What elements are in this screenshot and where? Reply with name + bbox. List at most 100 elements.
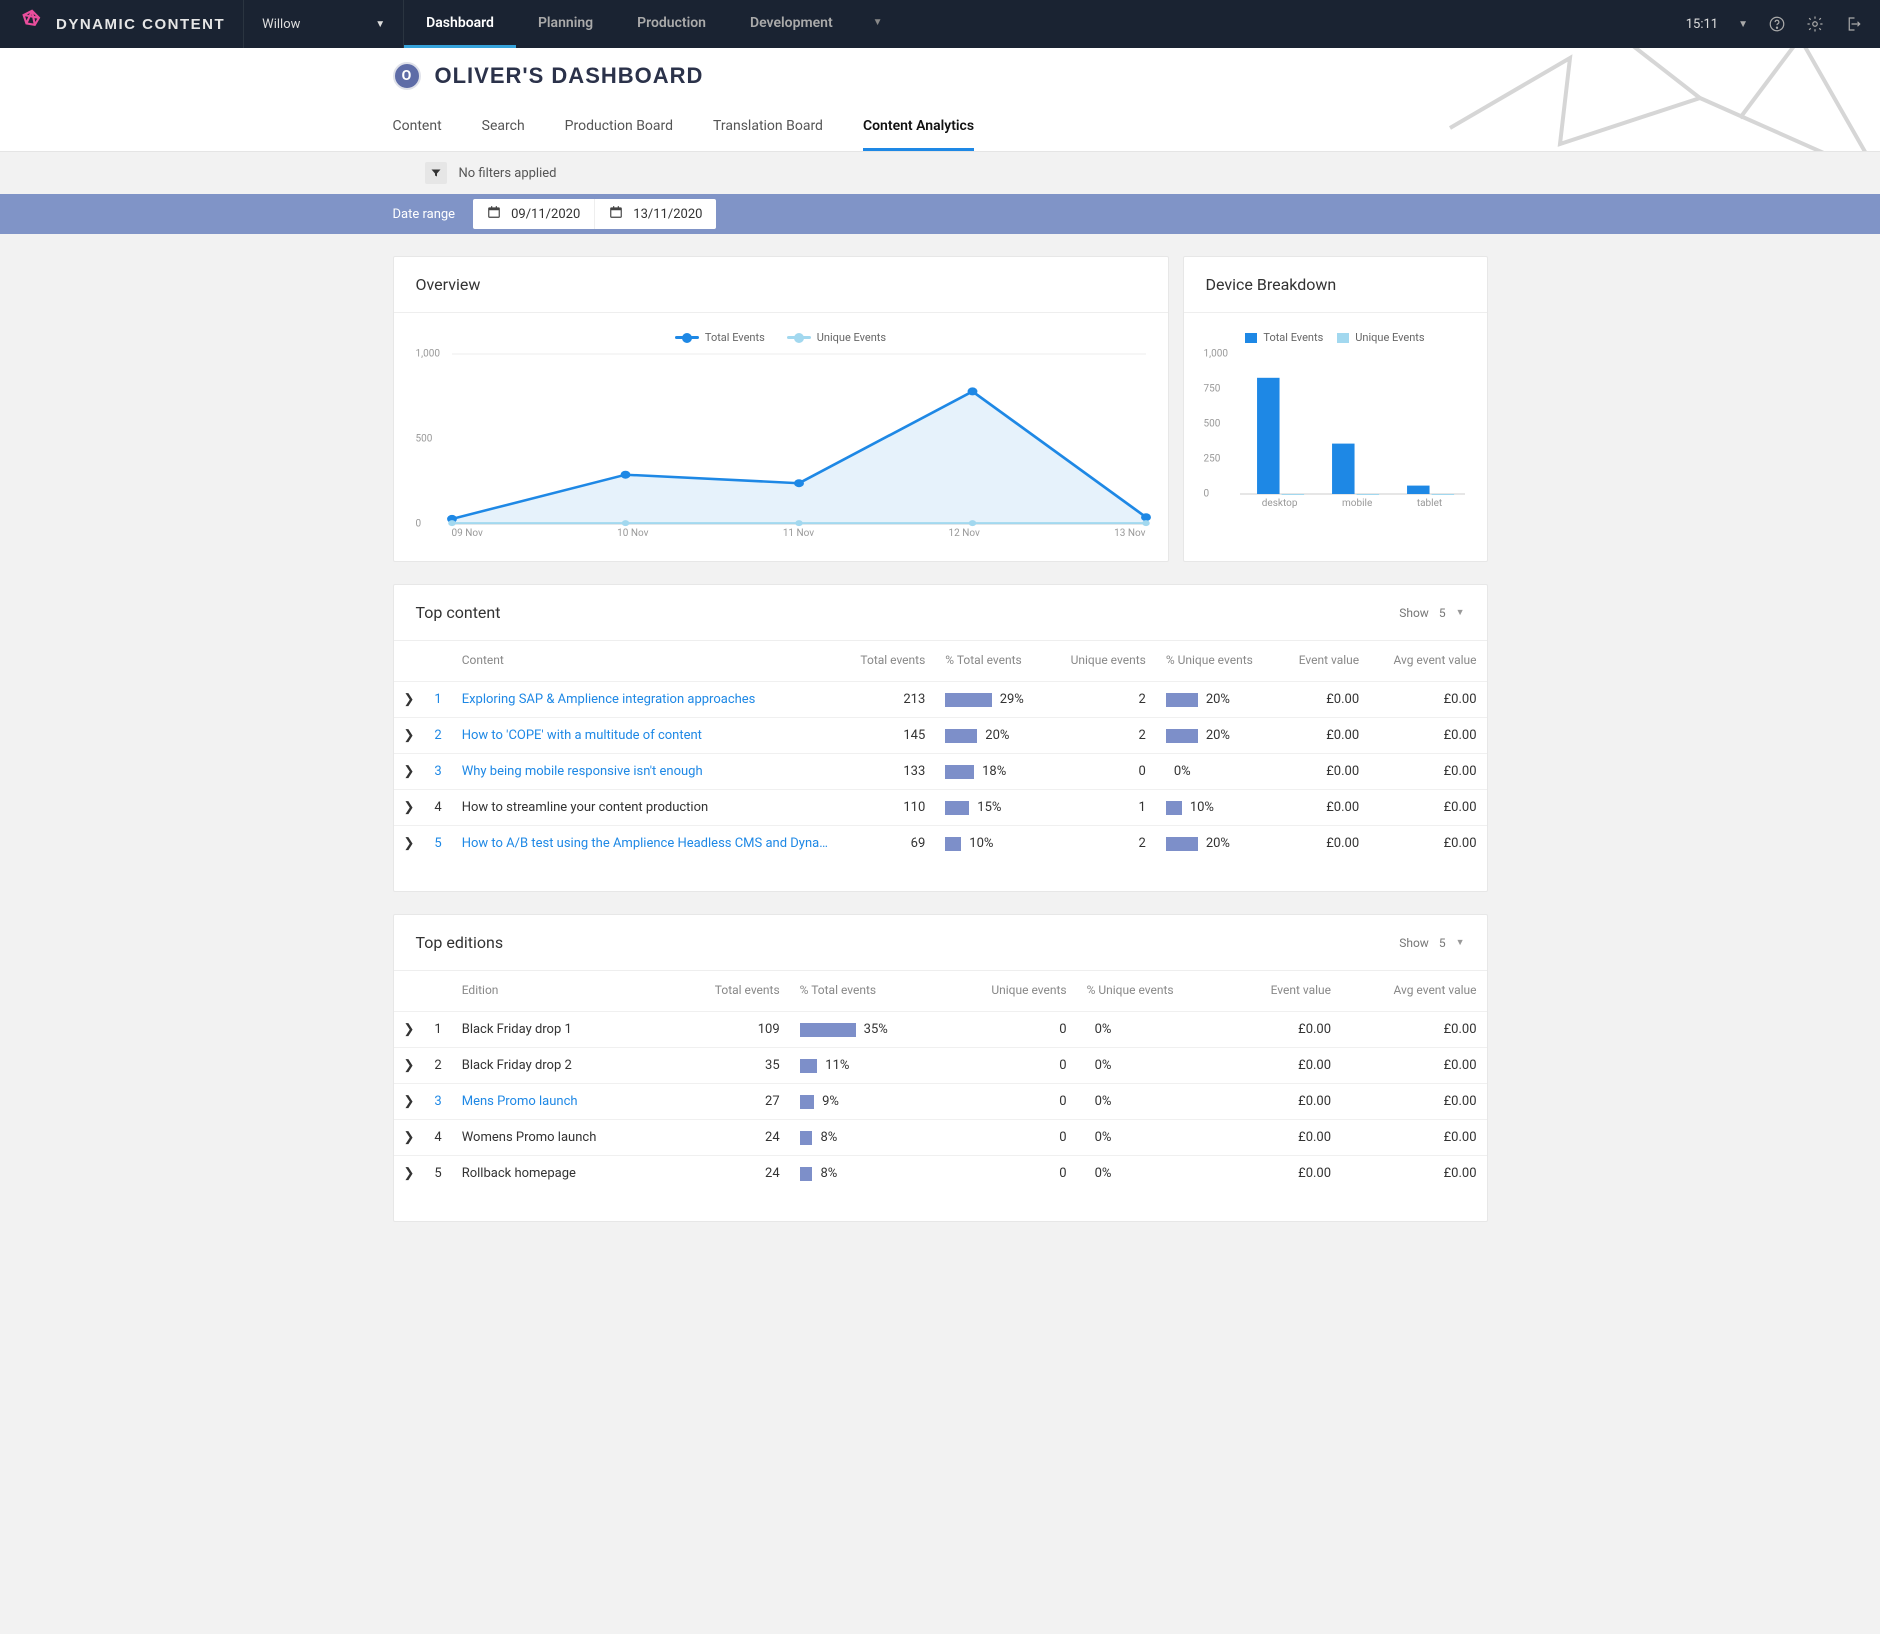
row-index: 4	[424, 1120, 451, 1156]
row-name[interactable]: How to 'COPE' with a multitude of conten…	[452, 718, 839, 754]
row-expander[interactable]: ❯	[394, 1120, 425, 1156]
table-row: ❯1Exploring SAP & Amplience integration …	[394, 682, 1487, 718]
show-label: Show	[1399, 936, 1429, 950]
row-expander[interactable]: ❯	[394, 1156, 425, 1192]
device-legend: Total Events Unique Events	[1206, 327, 1465, 350]
avatar-initial: O	[402, 68, 412, 84]
event-value: £0.00	[1278, 682, 1370, 718]
overview-chart: 1,000 500 0	[452, 354, 1146, 524]
avg-event-value: £0.00	[1341, 1012, 1486, 1048]
row-name[interactable]: Why being mobile responsive isn't enough	[452, 754, 839, 790]
column-header: Event value	[1228, 971, 1342, 1012]
subtab-content[interactable]: Content	[393, 104, 442, 151]
pct-unique: 0%	[1077, 1048, 1228, 1084]
show-count-selector[interactable]: Show 5 ▼	[1399, 936, 1464, 950]
main-tab-production[interactable]: Production	[615, 0, 728, 48]
chevron-down-icon[interactable]: ▼	[1738, 19, 1748, 30]
legend-unique-events[interactable]: Unique Events	[1337, 331, 1424, 344]
subtab-content-analytics[interactable]: Content Analytics	[863, 104, 974, 151]
y-tick: 1,000	[1204, 349, 1228, 360]
avg-event-value: £0.00	[1341, 1156, 1486, 1192]
unique-events: 0	[942, 1048, 1076, 1084]
device-x-axis: desktopmobiletablet	[1240, 498, 1465, 509]
unique-events: 1	[1047, 790, 1155, 826]
show-count-selector[interactable]: Show 5 ▼	[1399, 606, 1464, 620]
table-row: ❯2Black Friday drop 23511%00%£0.00£0.00	[394, 1048, 1487, 1084]
avatar: O	[393, 62, 421, 90]
pct-total: 8%	[790, 1156, 943, 1192]
subtab-translation-board[interactable]: Translation Board	[713, 104, 823, 151]
row-name: Rollback homepage	[452, 1156, 670, 1192]
row-index: 1	[424, 1012, 451, 1048]
legend-label: Total Events	[705, 331, 765, 344]
unique-events: 0	[942, 1084, 1076, 1120]
row-expander[interactable]: ❯	[394, 826, 425, 862]
avg-event-value: £0.00	[1369, 682, 1486, 718]
overview-legend: Total Events Unique Events	[416, 327, 1146, 350]
legend-total-events[interactable]: Total Events	[1245, 331, 1323, 344]
row-expander[interactable]: ❯	[394, 682, 425, 718]
row-expander[interactable]: ❯	[394, 1012, 425, 1048]
row-expander[interactable]: ❯	[394, 790, 425, 826]
subtab-production-board[interactable]: Production Board	[565, 104, 673, 151]
table-row: ❯2How to 'COPE' with a multitude of cont…	[394, 718, 1487, 754]
row-index: 1	[424, 682, 451, 718]
row-expander[interactable]: ❯	[394, 1084, 425, 1120]
date-to-input[interactable]: 13/11/2020	[594, 199, 716, 229]
event-value: £0.00	[1278, 826, 1370, 862]
row-index: 3	[424, 1084, 451, 1120]
chevron-down-icon: ▼	[375, 19, 385, 30]
subtabs: Content Search Production Board Translation…	[393, 104, 1488, 151]
filter-icon	[430, 167, 442, 179]
x-tick: 10 Nov	[617, 528, 648, 539]
show-value: 5	[1439, 936, 1446, 950]
x-tick: desktop	[1262, 498, 1298, 509]
legend-total-events[interactable]: Total Events	[675, 331, 765, 344]
pct-unique: 20%	[1156, 826, 1278, 862]
legend-label: Unique Events	[817, 331, 886, 344]
row-expander[interactable]: ❯	[394, 1048, 425, 1084]
top-editions-title: Top editions	[416, 933, 504, 952]
pct-total: 15%	[935, 790, 1047, 826]
top-nav: DYNAMIC CONTENT Willow ▼ DashboardPlanni…	[0, 0, 1880, 48]
pct-unique: 0%	[1077, 1012, 1228, 1048]
row-name: Black Friday drop 1	[452, 1012, 670, 1048]
filter-button[interactable]	[425, 162, 447, 184]
date-range-inputs: 09/11/2020 13/11/2020	[473, 199, 716, 229]
avg-event-value: £0.00	[1341, 1048, 1486, 1084]
logout-icon[interactable]	[1844, 15, 1862, 33]
column-header: % Unique events	[1077, 971, 1228, 1012]
date-from-input[interactable]: 09/11/2020	[473, 199, 594, 229]
row-name[interactable]: How to A/B test using the Amplience Head…	[452, 826, 839, 862]
main-tab-development[interactable]: Development▼	[728, 0, 905, 48]
unique-events: 0	[942, 1120, 1076, 1156]
hub-selector[interactable]: Willow ▼	[244, 0, 404, 48]
unique-events: 0	[942, 1156, 1076, 1192]
column-header: % Total events	[790, 971, 943, 1012]
pct-unique: 20%	[1156, 718, 1278, 754]
legend-unique-events[interactable]: Unique Events	[787, 331, 886, 344]
row-expander[interactable]: ❯	[394, 754, 425, 790]
unique-events: 2	[1047, 826, 1155, 862]
calendar-icon	[609, 205, 623, 223]
row-name[interactable]: Exploring SAP & Amplience integration ap…	[452, 682, 839, 718]
help-icon[interactable]	[1768, 15, 1786, 33]
show-label: Show	[1399, 606, 1429, 620]
total-events: 145	[839, 718, 936, 754]
total-events: 110	[839, 790, 936, 826]
date-from-value: 09/11/2020	[511, 207, 580, 222]
unique-events: 0	[942, 1012, 1076, 1048]
row-index: 5	[424, 826, 451, 862]
subtab-search[interactable]: Search	[482, 104, 525, 151]
row-name[interactable]: Mens Promo launch	[452, 1084, 670, 1120]
table-row: ❯5Rollback homepage248%00%£0.00£0.00	[394, 1156, 1487, 1192]
main-tab-dashboard[interactable]: Dashboard	[404, 0, 516, 48]
main-tab-planning[interactable]: Planning	[516, 0, 615, 48]
gear-icon[interactable]	[1806, 15, 1824, 33]
row-index: 4	[424, 790, 451, 826]
chevron-down-icon: ▼	[873, 17, 883, 28]
page-title: OLIVER'S DASHBOARD	[435, 63, 704, 89]
chevron-down-icon: ▼	[1456, 937, 1465, 948]
row-expander[interactable]: ❯	[394, 718, 425, 754]
row-name: Black Friday drop 2	[452, 1048, 670, 1084]
